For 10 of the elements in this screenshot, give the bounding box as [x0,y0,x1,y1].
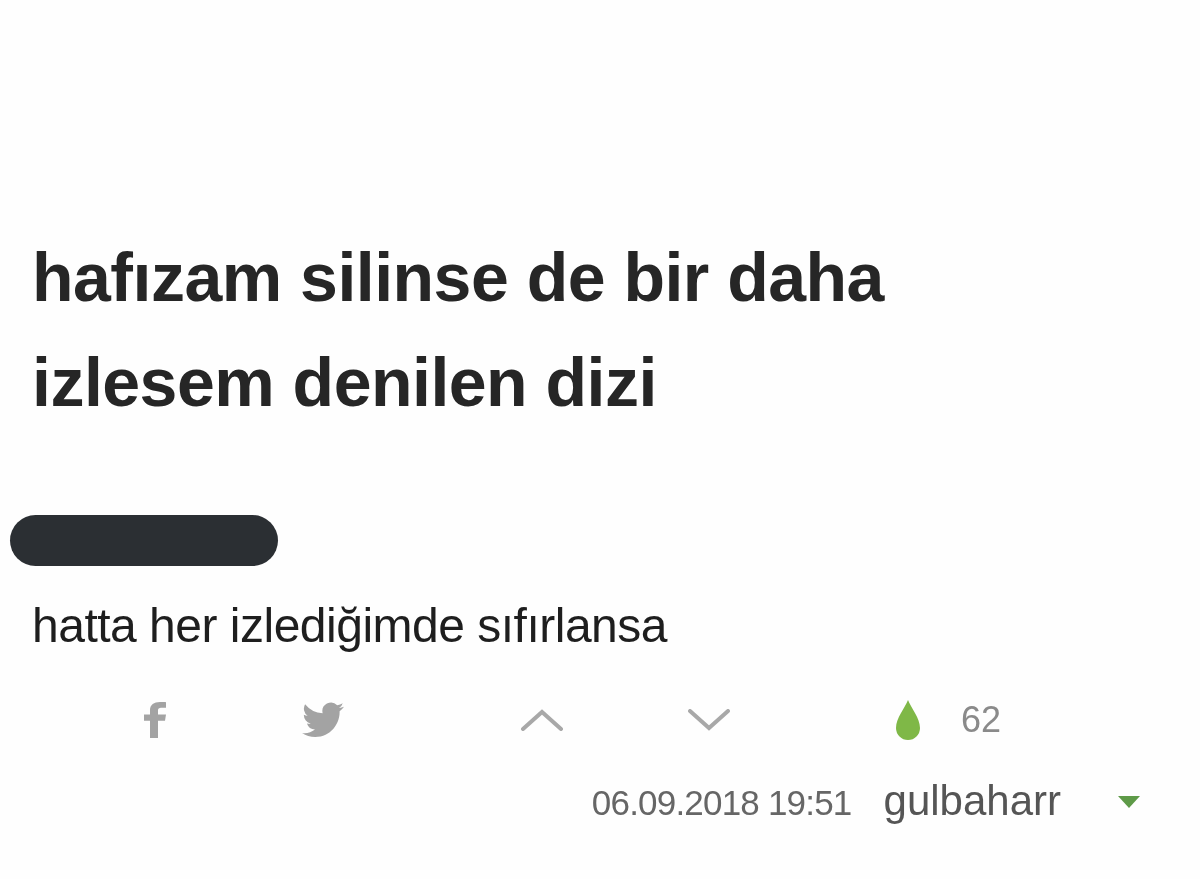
author-name[interactable]: gulbaharr [883,777,1061,825]
bird-icon[interactable] [302,702,344,738]
entry-date[interactable]: 06.09.2018 19:51 [591,779,852,827]
entry-text: hatta her izlediğimde sıfırlansa [32,598,667,654]
dropdown-triangle-icon[interactable] [1118,796,1140,808]
upvote-chevron-icon[interactable] [520,709,564,731]
entry-title[interactable]: hafızam silinse de bir daha izlesem denilen dizi [32,225,982,435]
facebook-icon[interactable] [144,702,166,738]
downvote-chevron-icon[interactable] [687,709,731,731]
drop-icon[interactable] [896,700,920,740]
